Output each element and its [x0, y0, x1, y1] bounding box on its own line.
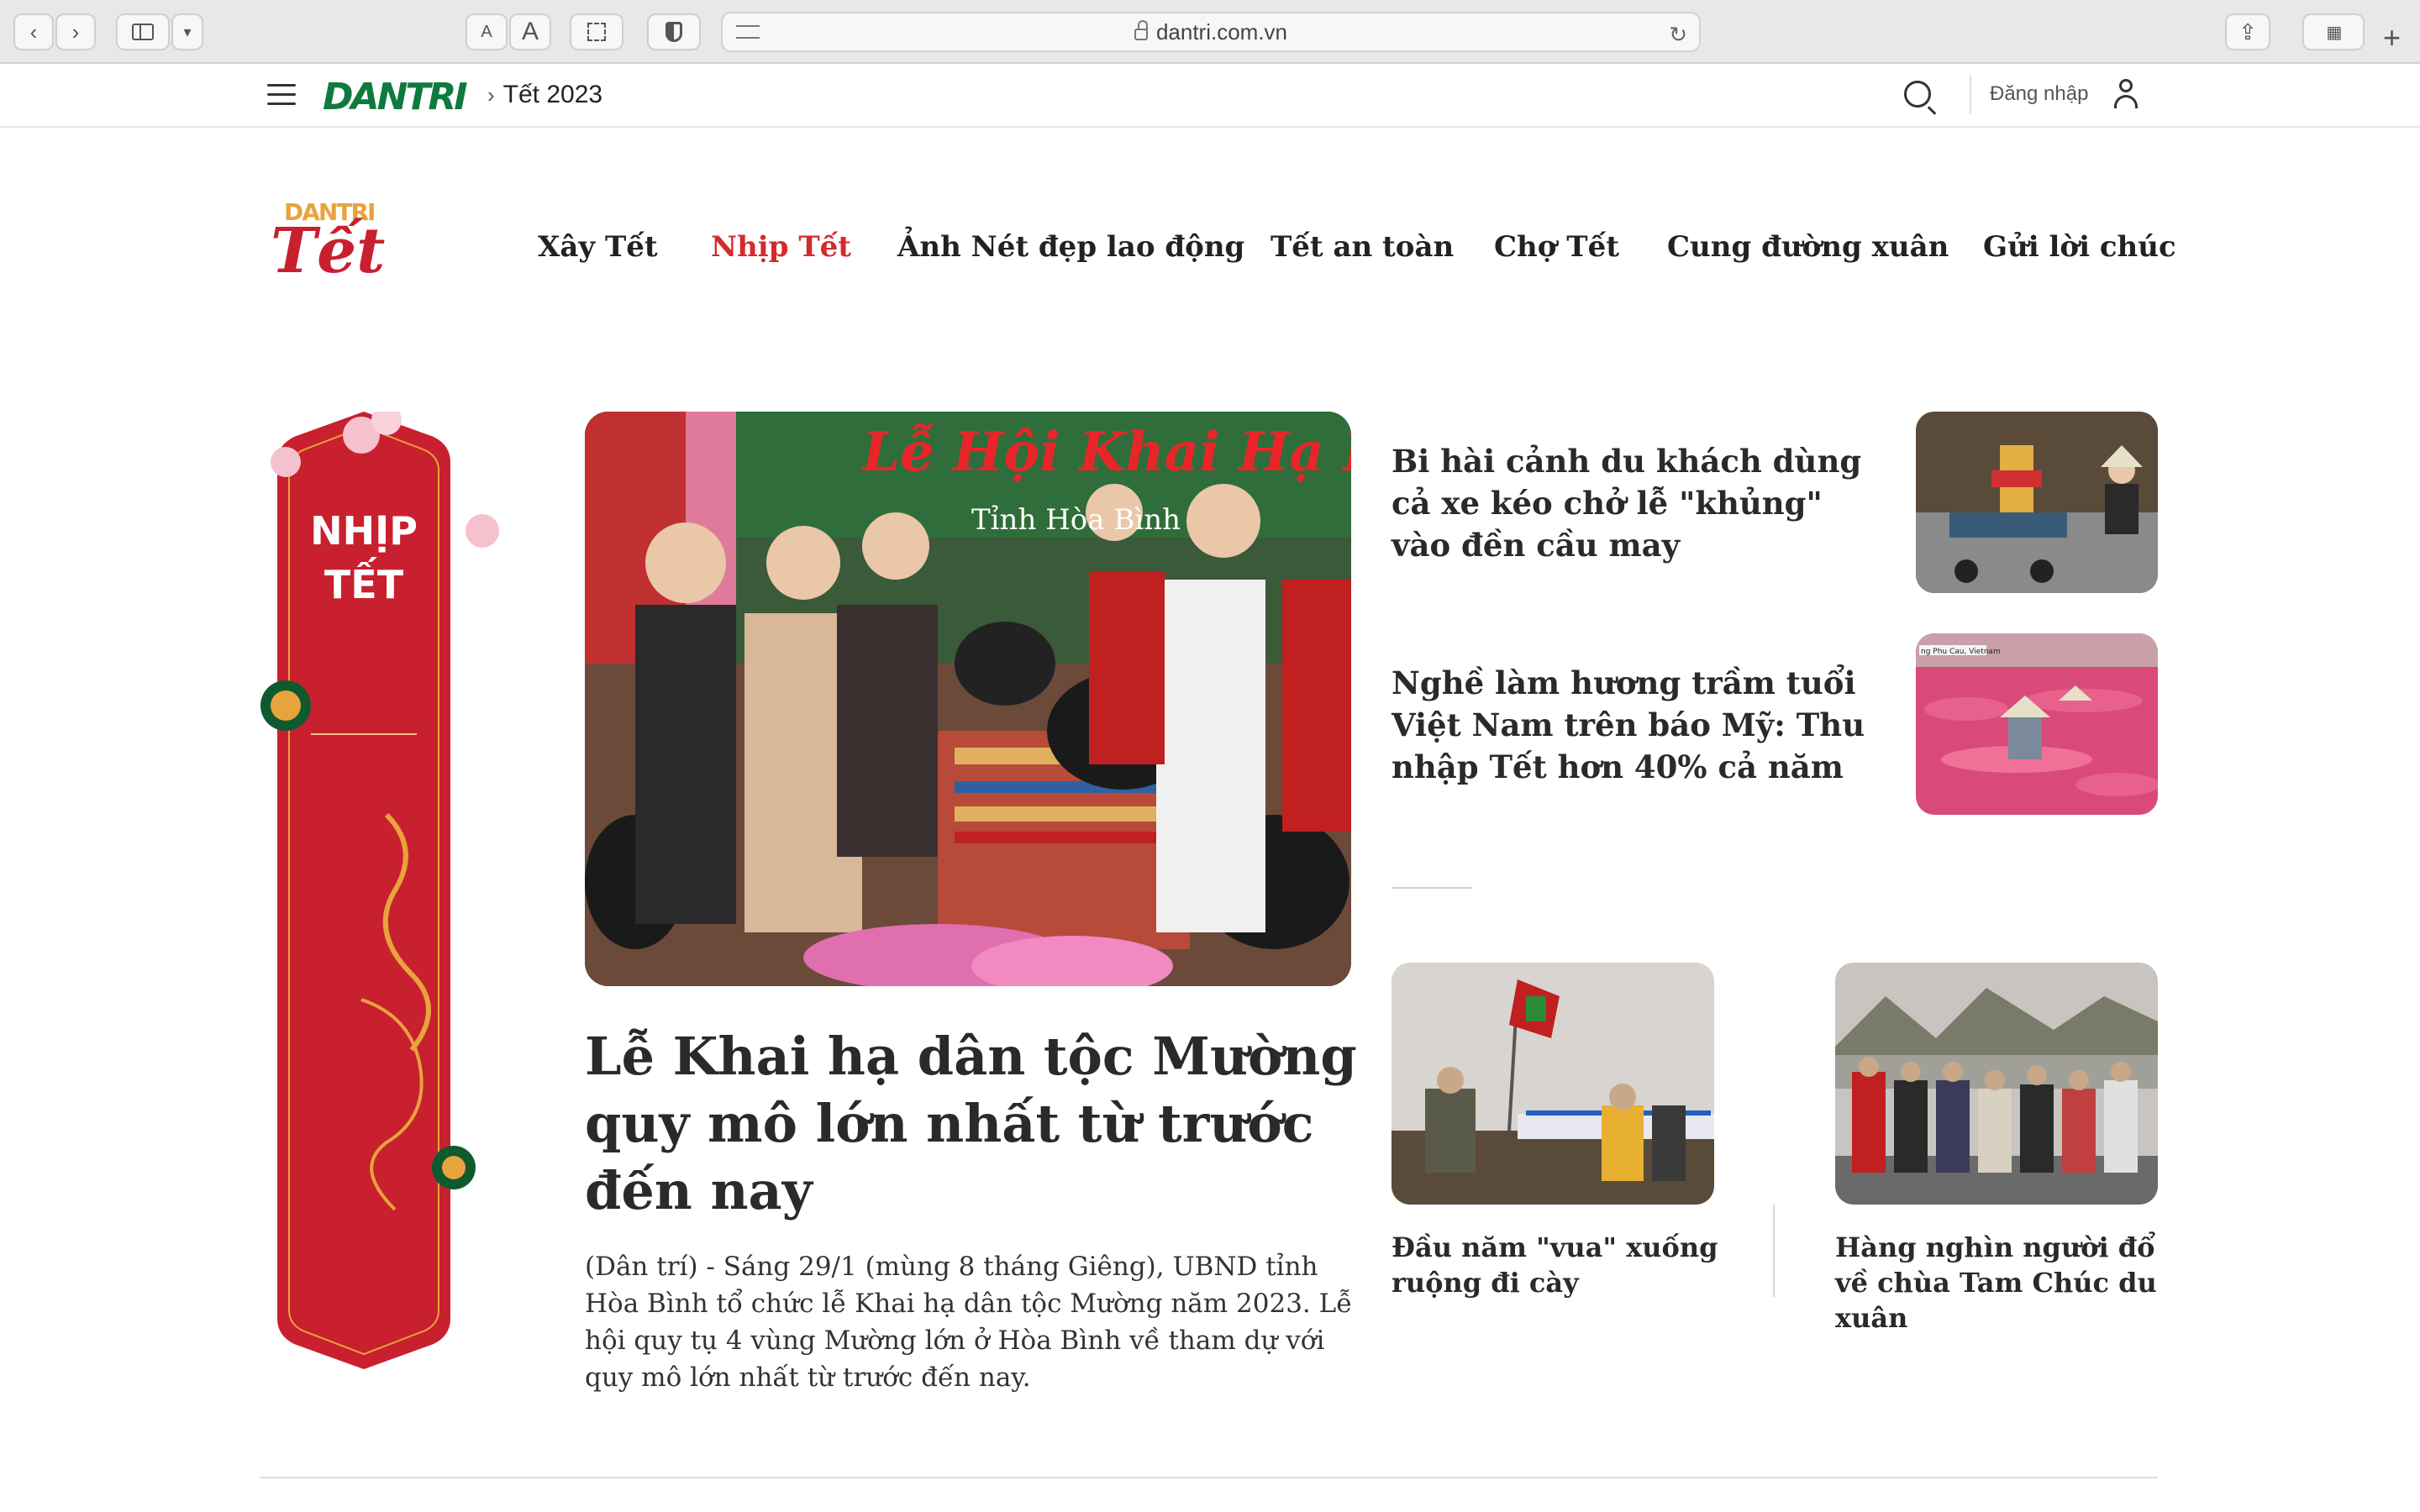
site-topbar: DANTRI › Tết 2023 Đăng nhập	[0, 64, 2420, 128]
nav-item-anh-net-dep[interactable]: Ảnh Nét đẹp lao động	[897, 230, 1244, 264]
hero-photo: Lễ Hội Khai Hạ Dân Tỉnh Hòa Bình	[585, 412, 1351, 986]
side-article-2-thumb[interactable]: ng Phu Cau, Vietnam	[1916, 633, 2158, 815]
share-button[interactable]: ⇪	[2225, 13, 2270, 50]
tab-overview-button[interactable]: ▦	[2302, 13, 2365, 50]
browser-toolbar: ‹ › ▾ A A dantri.com.vn ↻ ⇪ ▦ +	[0, 0, 2420, 64]
bottom-article-1-title[interactable]: Đầu năm "vua" xuống ruộng đi cày	[1392, 1230, 1744, 1300]
shield-icon	[666, 22, 682, 42]
lock-icon	[1134, 20, 1148, 40]
grid-icon: ▦	[2326, 23, 2343, 42]
back-button[interactable]: ‹	[13, 13, 54, 50]
banner-line1: NHỊP	[310, 508, 418, 554]
side-article-1-thumb[interactable]	[1916, 412, 2158, 593]
address-bar[interactable]: dantri.com.vn ↻	[721, 12, 1701, 52]
vertical-divider	[1773, 1205, 1775, 1297]
dantri-logo[interactable]: DANTRI	[323, 76, 468, 118]
tet-logo-big: Tết	[271, 215, 386, 287]
reader-lines-icon	[736, 25, 760, 39]
new-tab-button[interactable]: +	[2383, 20, 2401, 55]
nav-item-gui-loi-chuc[interactable]: Gửi lời chúc	[1983, 230, 2176, 264]
hero-title[interactable]: Lễ Khai hạ dân tộc Mường quy mô lớn nhất…	[585, 1023, 1366, 1225]
banner-subtext-hero: Tỉnh Hòa Bình	[971, 503, 1181, 537]
tab-group-chevron-button[interactable]: ▾	[171, 13, 203, 50]
text-larger-button[interactable]: A	[509, 13, 551, 50]
thumb-photo-2: ng Phu Cau, Vietnam	[1916, 633, 2158, 815]
qr-icon	[587, 23, 606, 41]
nav-item-tet-an-toan[interactable]: Tết an toàn	[1270, 230, 1454, 264]
nav-item-nhip-tet[interactable]: Nhịp Tết	[711, 230, 851, 264]
bottom-article-1-thumb[interactable]	[1392, 963, 1714, 1205]
sidebar-icon	[132, 24, 154, 40]
bottom-article-2-title[interactable]: Hàng nghìn người đổ về chùa Tam Chúc du …	[1835, 1230, 2188, 1336]
thumb-photo-1	[1916, 412, 2158, 593]
thumb-photo-3	[1392, 963, 1714, 1205]
url-text: dantri.com.vn	[1155, 18, 1288, 45]
login-link[interactable]: Đăng nhập	[1990, 82, 2088, 106]
hero-sapo: (Dân trí) - Sáng 29/1 (mùng 8 tháng Giên…	[585, 1252, 1353, 1393]
side-article-1-title[interactable]: Bi hài cảnh du khách dùng cả xe kéo chở …	[1392, 440, 1879, 566]
breadcrumb[interactable]: › Tết 2023	[487, 81, 602, 109]
privacy-button[interactable]	[647, 13, 701, 50]
search-icon[interactable]	[1904, 81, 1931, 108]
section-divider	[1392, 887, 1472, 889]
nav-item-cung-duong-xuan[interactable]: Cung đường xuân	[1667, 230, 1949, 264]
page-divider	[260, 1477, 2158, 1478]
share-icon: ⇪	[2238, 18, 2257, 45]
nhip-tet-banner[interactable]: NHỊP TẾT	[260, 412, 499, 1369]
banner-line2: TẾT	[324, 562, 404, 607]
nav-item-xay-tet[interactable]: Xây Tết	[538, 230, 658, 264]
nav-item-cho-tet[interactable]: Chợ Tết	[1494, 230, 1619, 264]
reader-button[interactable]	[570, 13, 623, 50]
side-article-2-title[interactable]: Nghề làm hương trầm tuổi Việt Nam trên b…	[1392, 662, 1879, 788]
thumb-label: ng Phu Cau, Vietnam	[1921, 648, 2001, 656]
reload-icon[interactable]: ↻	[1669, 22, 1687, 48]
tet-logo[interactable]: DANTRI Tết	[266, 198, 400, 291]
thumb-photo-4	[1835, 963, 2158, 1205]
chevron-down-icon: ▾	[183, 23, 192, 40]
bottom-article-2-thumb[interactable]	[1835, 963, 2158, 1205]
chevron-right-icon: ›	[487, 82, 495, 108]
divider	[1970, 76, 1971, 114]
sidebar-toggle-button[interactable]	[116, 13, 170, 50]
banner-title: NHỊP TẾT	[260, 504, 467, 612]
banner-text-hero: Lễ Hội Khai Hạ Dân	[860, 421, 1351, 484]
menu-icon[interactable]	[267, 84, 296, 106]
breadcrumb-label[interactable]: Tết 2023	[503, 81, 602, 108]
forward-button[interactable]: ›	[55, 13, 96, 50]
user-icon[interactable]	[2112, 79, 2139, 109]
text-smaller-button[interactable]: A	[466, 13, 508, 50]
hero-image[interactable]: Lễ Hội Khai Hạ Dân Tỉnh Hòa Bình	[585, 412, 1351, 986]
